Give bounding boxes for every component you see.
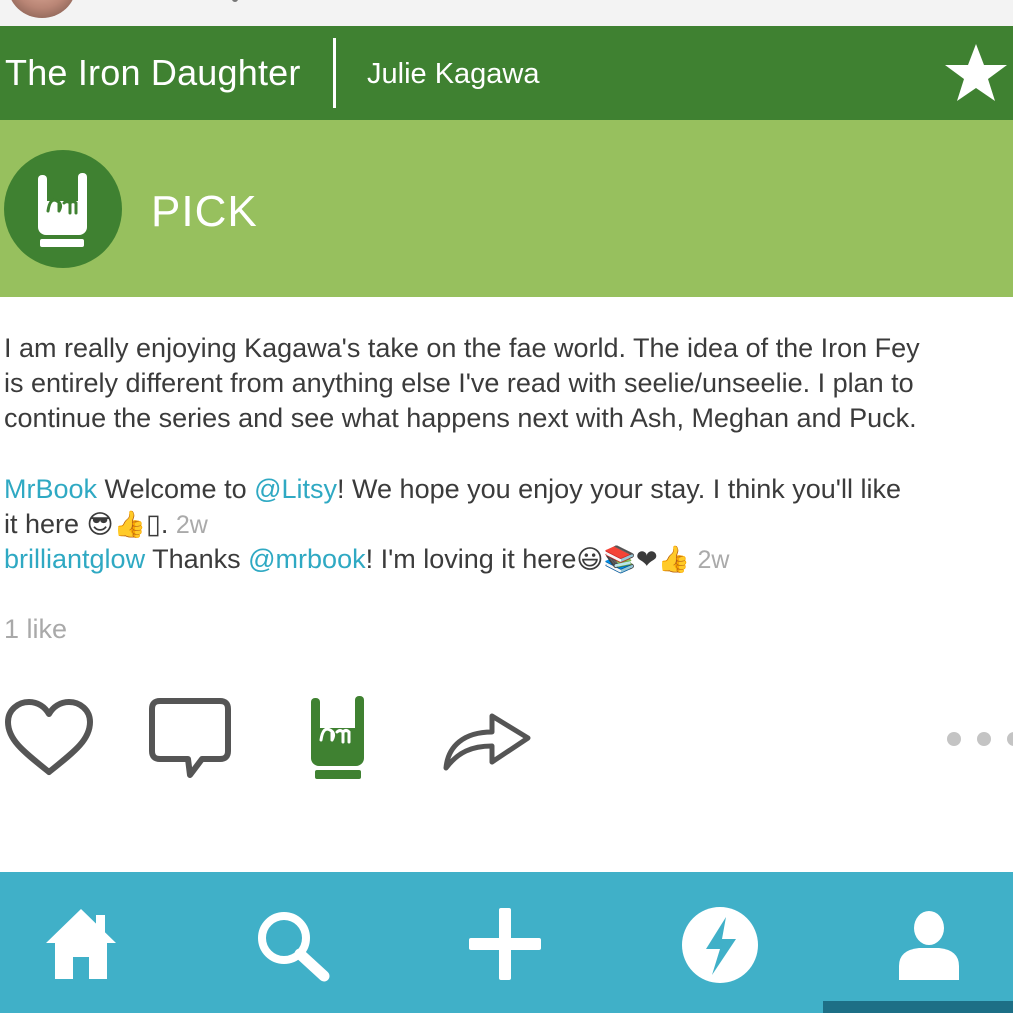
comment-text: Thanks <box>145 544 249 574</box>
rock-hand-icon[interactable] <box>309 694 367 784</box>
comment-emojis: 😃📚❤👍 <box>576 545 690 575</box>
review-text: I am really enjoying Kagawa's take on th… <box>4 331 1013 436</box>
rock-hand-icon <box>38 173 87 247</box>
comment: brilliantglow Thanks @mrbook! I'm loving… <box>4 542 729 578</box>
likes-count[interactable]: 1 like <box>4 614 67 645</box>
book-title[interactable]: The Iron Daughter <box>5 52 301 94</box>
pick-badge <box>4 150 122 268</box>
lightning-icon[interactable] <box>680 905 760 985</box>
mention-link[interactable]: @Litsy <box>254 474 337 504</box>
share-arrow-icon[interactable] <box>440 706 534 772</box>
comment-emojis: 😎👍 <box>86 510 147 540</box>
more-dots-icon[interactable] <box>945 730 1013 748</box>
review-line: continue the series and see what happens… <box>4 403 917 433</box>
header-divider <box>333 38 336 108</box>
active-tab-indicator <box>823 1001 1013 1013</box>
comment: MrBook Welcome to @Litsy! We hope you en… <box>4 472 901 543</box>
speech-bubble-icon[interactable] <box>148 697 232 781</box>
avatar[interactable] <box>8 0 76 18</box>
comment-timestamp: 2w <box>175 511 208 539</box>
plus-icon[interactable] <box>467 906 543 982</box>
comment-text: it here <box>4 509 87 539</box>
star-icon[interactable] <box>942 41 1010 105</box>
comment-text: ! We hope you enjoy your stay. I think y… <box>337 474 901 504</box>
comment-username[interactable]: MrBook <box>4 474 97 504</box>
book-author[interactable]: Julie Kagawa <box>367 58 540 91</box>
heart-icon[interactable] <box>4 698 94 778</box>
comment-text: ! I'm loving it here <box>365 544 577 574</box>
profile-icon[interactable] <box>897 908 961 980</box>
top-strip <box>0 0 1013 26</box>
review-line: is entirely different from anything else… <box>4 368 914 398</box>
comment-text: Welcome to <box>97 474 255 504</box>
partial-text-fragment <box>232 0 238 2</box>
comment-text: ▯. <box>146 509 169 539</box>
search-icon[interactable] <box>254 908 332 984</box>
comment-timestamp: 2w <box>697 546 730 574</box>
mention-link[interactable]: @mrbook <box>248 544 365 574</box>
post-type-label: PICK <box>151 187 258 236</box>
comment-username[interactable]: brilliantglow <box>4 544 145 574</box>
review-line: I am really enjoying Kagawa's take on th… <box>4 333 920 363</box>
home-icon[interactable] <box>44 905 118 981</box>
